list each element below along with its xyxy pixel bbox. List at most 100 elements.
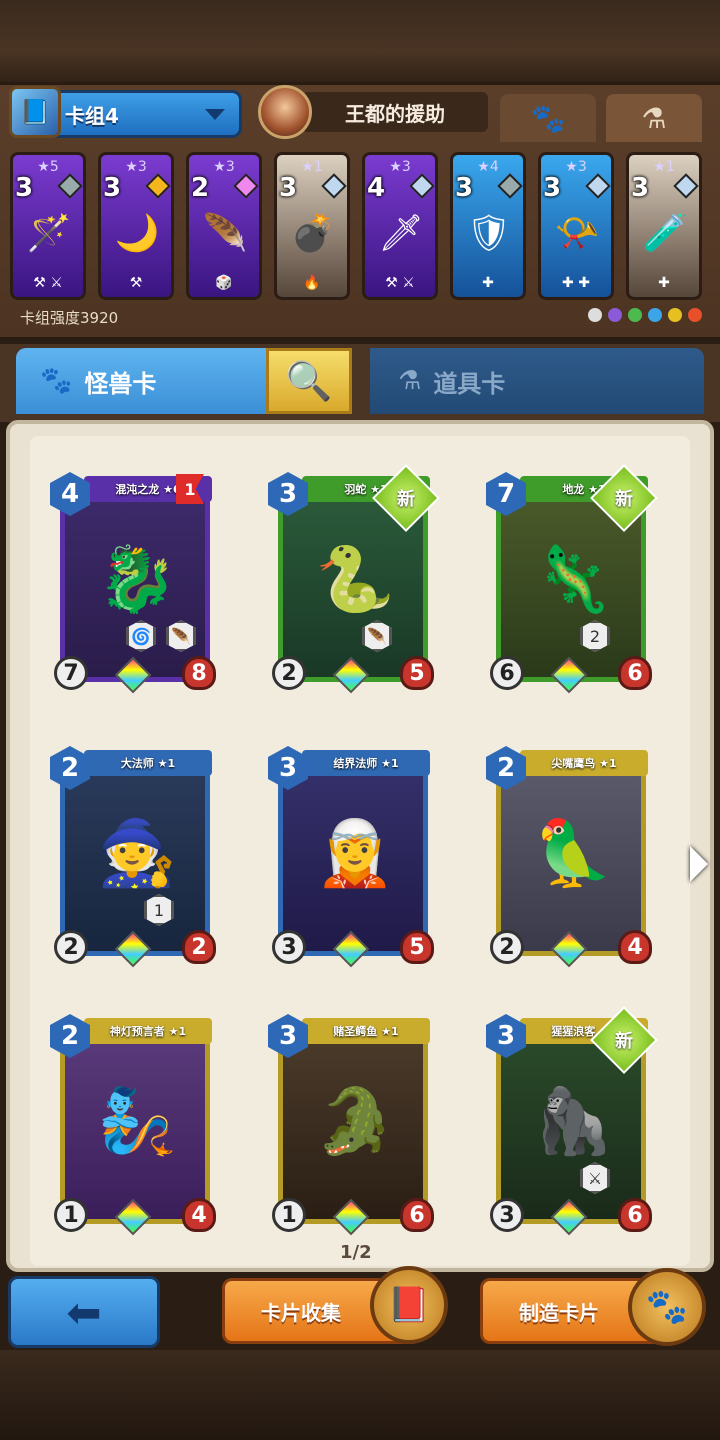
card-attack: 1: [54, 1198, 88, 1232]
back-arrow-icon: ⬅: [66, 1287, 102, 1337]
bottom-wood-frame: [0, 1350, 720, 1440]
card-tags: ✚: [658, 275, 670, 291]
element-icon: [588, 308, 602, 322]
new-badge-label: 新: [615, 489, 633, 510]
card-health: 8: [182, 656, 216, 690]
back-button[interactable]: ⬅: [8, 1276, 160, 1348]
card-name: 赌圣鳄鱼 ★1: [302, 1018, 430, 1044]
deck-card[interactable]: ★3 3 📯 ✚ ✚: [538, 152, 614, 300]
card-name: 神灯预言者 ★1: [84, 1018, 212, 1044]
next-page-arrow-icon[interactable]: [690, 846, 708, 882]
element-icon: [628, 308, 642, 322]
card-tags: 🎲: [215, 275, 233, 291]
card-tags: ⚒ ⚔: [33, 275, 63, 291]
card-figure: 🧙: [97, 816, 177, 891]
card-attack: 1: [272, 1198, 306, 1232]
card-figure: 🦜: [533, 816, 613, 891]
monster-card[interactable]: 尖嘴鹰鸟 ★1 2 🦜 2 4: [484, 742, 654, 968]
monster-card[interactable]: 地龙 ★1 7 🦎 6 62新: [484, 464, 658, 694]
card-health: 6: [400, 1198, 434, 1232]
tab-monster-cards[interactable]: 🐾 怪兽卡: [16, 348, 266, 414]
monster-card[interactable]: 混沌之龙 ★6 4 🐉 7 8 🌀 🪶 1: [48, 468, 218, 694]
card-name: 大法师 ★1: [84, 750, 212, 776]
card-art: 📯: [554, 213, 600, 254]
card-figure: 🦍: [533, 1084, 613, 1159]
deck-card[interactable]: ★5 3 🪄 ⚒ ⚔: [10, 152, 86, 300]
card-attack: 2: [272, 656, 306, 690]
card-tags: ⚒ ⚔: [385, 275, 415, 291]
hero-avatar[interactable]: [258, 85, 312, 139]
gem-icon: [145, 173, 171, 199]
gem-icon: [585, 173, 611, 199]
deck-card[interactable]: ★4 3 🛡 ✚: [450, 152, 526, 300]
card-cost: 3: [455, 173, 474, 203]
card-figure: 🧞: [97, 1084, 177, 1159]
card-figure: 🦎: [533, 542, 613, 617]
monster-card[interactable]: 赌圣鳄鱼 ★1 3 🐊 1 6: [266, 1010, 436, 1236]
element-icon: [668, 308, 682, 322]
tab-monster-label: 怪兽卡: [84, 369, 157, 398]
card-health: 6: [618, 656, 652, 690]
card-attack: 7: [54, 656, 88, 690]
hero-name: 王都的援助: [302, 92, 488, 132]
card-art: 🧪: [642, 213, 688, 254]
magnifier-icon: 🔍: [285, 358, 333, 403]
deck-card[interactable]: ★3 4 🗡 ⚒ ⚔: [362, 152, 438, 300]
monster-card[interactable]: 神灯预言者 ★1 2 🧞 1 4: [48, 1010, 218, 1236]
element-icons: [588, 308, 702, 322]
card-attack: 2: [490, 930, 524, 964]
deck-card[interactable]: ★3 3 🌙 ⚒: [98, 152, 174, 300]
gem-icon: [673, 173, 699, 199]
search-button[interactable]: 🔍: [266, 348, 352, 414]
card-health: 2: [182, 930, 216, 964]
card-figure: 🐍: [315, 542, 395, 617]
card-cost: 3: [543, 173, 562, 203]
element-icon: [688, 308, 702, 322]
deck-card[interactable]: ★1 3 🧪 ✚: [626, 152, 702, 300]
card-figure: 🧝: [315, 816, 395, 891]
craft-card-label: 制造卡片: [519, 1300, 599, 1325]
tab-item-label: 道具卡: [433, 369, 506, 398]
card-tags: ⚒: [129, 275, 143, 291]
paw-icon: 🐾: [40, 366, 73, 396]
card-name: 尖嘴鹰鸟 ★1: [520, 750, 648, 776]
card-attack: 3: [490, 1198, 524, 1232]
gem-icon: [233, 173, 259, 199]
card-attack: 3: [272, 930, 306, 964]
flask-icon: ⚗: [398, 366, 422, 396]
tab-item-cards[interactable]: ⚗ 道具卡: [370, 348, 704, 414]
card-figure: 🐊: [315, 1084, 395, 1159]
card-name: 结界法师 ★1: [302, 750, 430, 776]
monster-card[interactable]: 羽蛇 ★1 3 🐍 2 5 🪶 新: [266, 464, 440, 694]
card-health: 5: [400, 930, 434, 964]
card-health: 6: [618, 1198, 652, 1232]
paw-tab-icon[interactable]: 🐾: [500, 94, 596, 142]
card-health: 4: [618, 930, 652, 964]
deck-strength: 卡组强度3920: [20, 309, 119, 327]
gem-icon: [497, 173, 523, 199]
gem-icon: [321, 173, 347, 199]
card-cost: 3: [279, 173, 298, 203]
deck-label: 卡组4: [65, 103, 119, 128]
card-health: 5: [400, 656, 434, 690]
card-health: 4: [182, 1198, 216, 1232]
hero-selector[interactable]: 王都的援助: [258, 85, 488, 139]
card-art: 🌙: [114, 213, 160, 254]
card-art: 🪄: [26, 213, 72, 254]
card-art: 🛡: [466, 213, 512, 254]
card-cost: 3: [631, 173, 650, 203]
monster-card[interactable]: 大法师 ★1 2 🧙 2 21: [48, 742, 218, 968]
chevron-down-icon[interactable]: [205, 108, 225, 120]
monster-card[interactable]: 结界法师 ★1 3 🧝 3 5: [266, 742, 436, 968]
deck-card[interactable]: ★3 2 🪶 🎲: [186, 152, 262, 300]
deck-selector[interactable]: 📘 卡组4: [9, 86, 242, 138]
deck-card[interactable]: ★1 3 💣 🔥: [274, 152, 350, 300]
gem-icon: [409, 173, 435, 199]
card-art: 💣: [290, 213, 336, 254]
flask-tab-icon[interactable]: ⚗: [606, 94, 702, 142]
card-art: 🗡: [378, 213, 424, 254]
monster-card[interactable]: 猩猩浪客 ★1 3 🦍 3 6 ⚔ 新: [484, 1006, 658, 1236]
card-cost: 2: [191, 173, 210, 203]
paw-jar-icon: 🐾: [628, 1268, 706, 1346]
card-attack: 2: [54, 930, 88, 964]
